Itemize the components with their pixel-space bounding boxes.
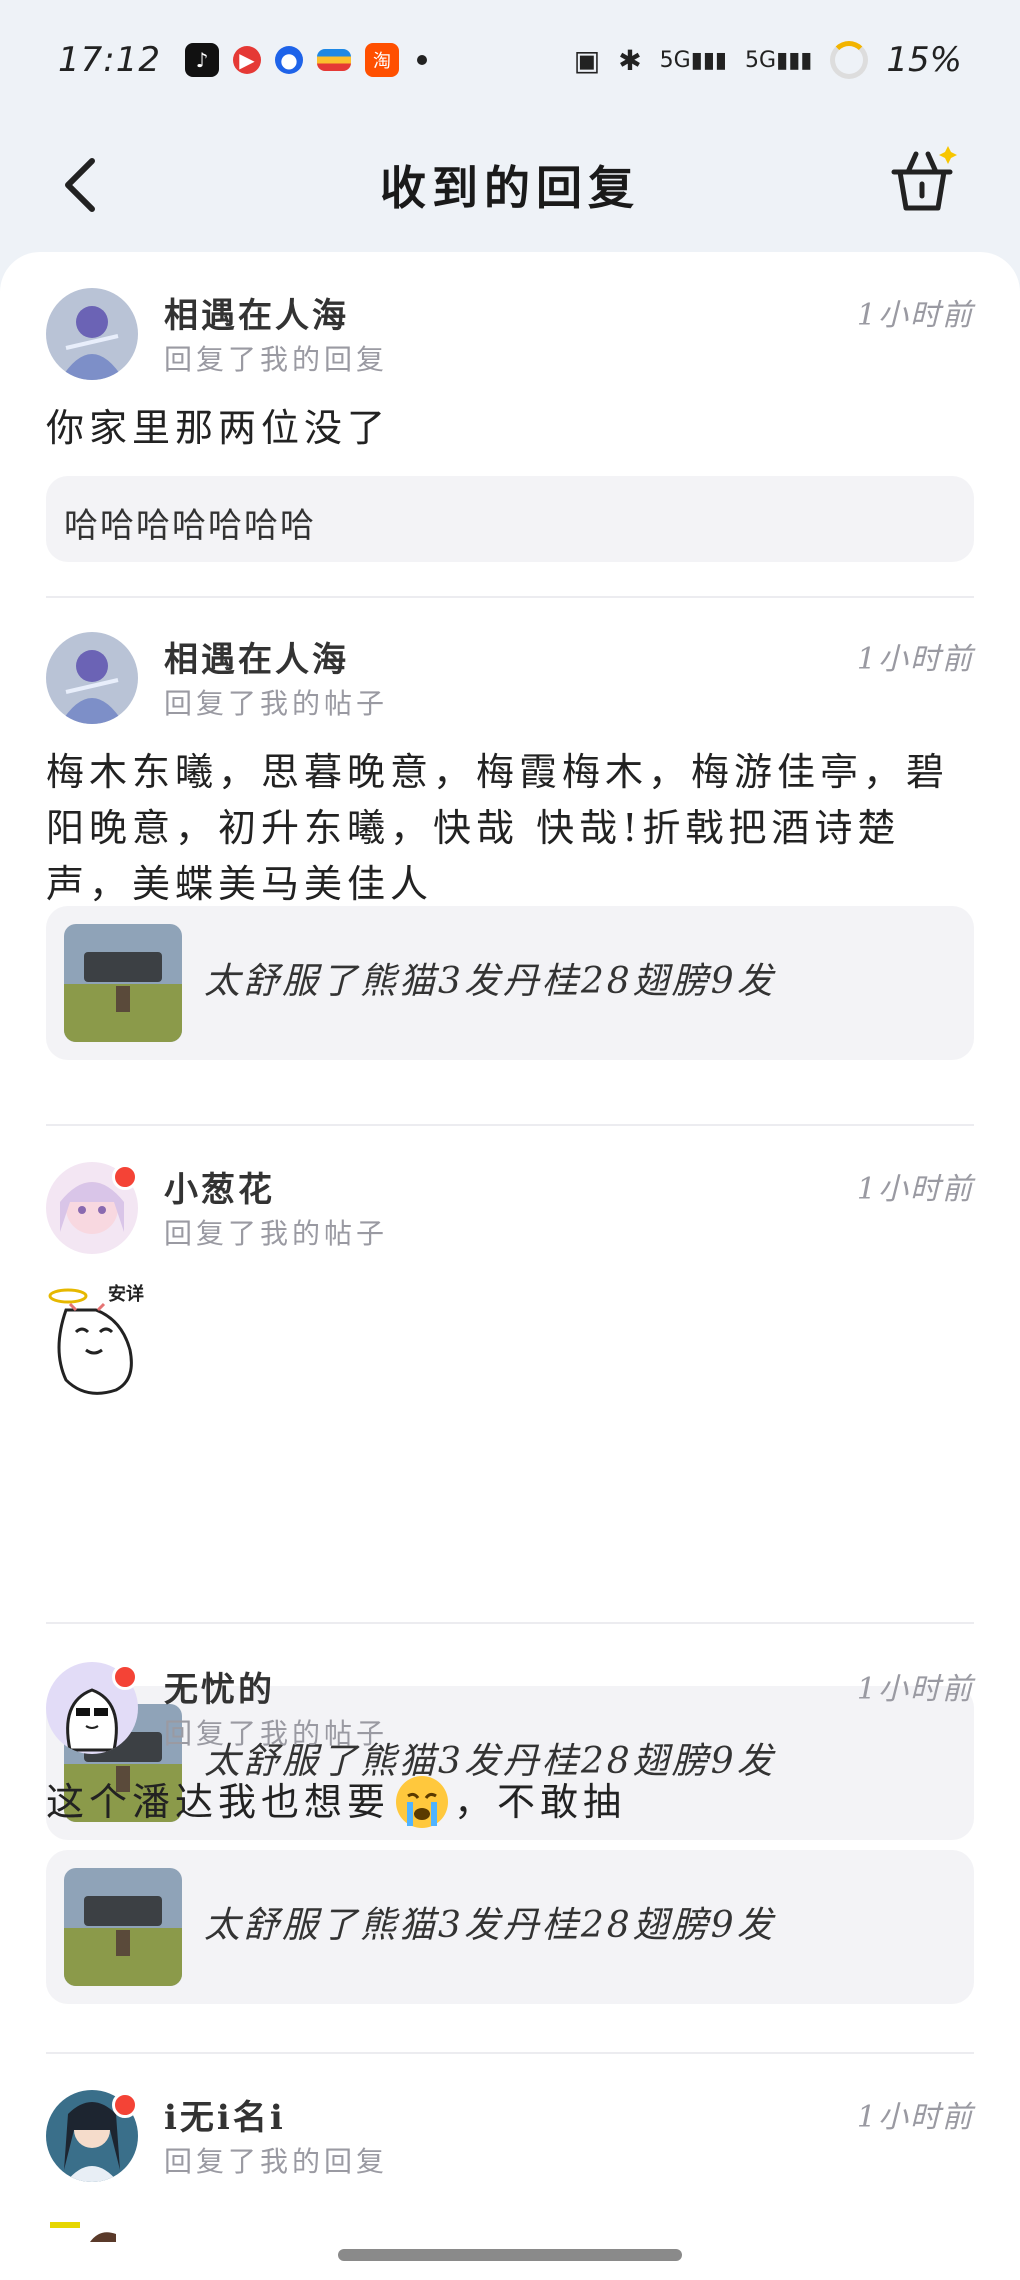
reply-item[interactable]: 相遇在人海 回复了我的回复 1小时前 你家里那两位没了 哈哈哈哈哈哈哈 [46, 288, 974, 568]
timestamp: 1小时前 [856, 642, 974, 677]
unread-badge [112, 2092, 138, 2118]
crying-emoji-icon [396, 1776, 449, 1828]
chevron-left-icon [65, 158, 95, 212]
notification-icons: ♪ ▶ ● 淘 [184, 43, 427, 77]
reply-content: 你家里那两位没了 [46, 406, 391, 450]
reply-content-text: 这个潘达我也想要 [46, 1780, 391, 1824]
username[interactable]: 小葱花 [164, 1162, 275, 1211]
page-title: 收到的回复 [380, 161, 640, 215]
quoted-post[interactable]: 太舒服了熊猫3发丹桂28翅膀9发 [46, 1850, 974, 2004]
reply-content: 这个潘达我也想要 ，不敢抽 [46, 1774, 976, 1830]
username[interactable]: 相遇在人海 [164, 288, 349, 337]
username[interactable]: 相遇在人海 [164, 632, 349, 681]
username[interactable]: i无i名i [164, 2090, 286, 2139]
timestamp: 1小时前 [856, 1172, 974, 1207]
quoted-reply[interactable]: 哈哈哈哈哈哈哈 [46, 476, 974, 562]
timestamp: 1小时前 [856, 2100, 974, 2135]
avatar[interactable] [46, 288, 138, 380]
status-time: 17:12 [58, 40, 161, 80]
reply-type: 回复了我的帖子 [164, 1217, 389, 1250]
sticker-image[interactable] [50, 2212, 120, 2242]
reply-type: 回复了我的回复 [164, 2145, 389, 2178]
divider [46, 596, 974, 598]
video-app-icon: ▶ [232, 46, 261, 74]
divider [46, 1124, 974, 1126]
wallet-app-icon [316, 49, 351, 71]
username[interactable]: 无忧的 [164, 1662, 275, 1711]
status-bar: 17:12 ♪ ▶ ● 淘 ▣ ✱ 5G▮▮▮ 5G▮▮▮ 15% [0, 0, 1020, 120]
basket-button[interactable] [882, 138, 962, 218]
basket-icon [891, 146, 957, 211]
unread-badge [112, 1164, 138, 1190]
reply-item[interactable]: 小葱花 回复了我的帖子 1小时前 安详 太舒服了熊猫3发丹桂28翅膀9发 [46, 1162, 974, 1840]
bluetooth-icon: ✱ [618, 43, 642, 77]
quoted-post[interactable]: 太舒服了熊猫3发丹桂28翅膀9发 [46, 906, 974, 1060]
sticker-caption: 安详 [108, 1284, 144, 1305]
signal-icon-2: 5G▮▮▮ [745, 47, 813, 73]
reply-type: 回复了我的帖子 [164, 1717, 389, 1750]
more-notifications-dot [416, 55, 427, 65]
reply-type: 回复了我的回复 [164, 343, 389, 376]
post-thumbnail [64, 924, 182, 1042]
reply-content-text-end: ，不敢抽 [454, 1780, 627, 1824]
browser-app-icon: ● [274, 46, 303, 74]
taobao-icon: 淘 [364, 43, 399, 77]
nfc-icon: ▣ [573, 43, 601, 77]
back-button[interactable] [60, 140, 110, 230]
reply-type: 回复了我的帖子 [164, 687, 389, 720]
post-title: 太舒服了熊猫3发丹桂28翅膀9发 [204, 961, 776, 1002]
reply-content: 梅木东曦，思暮晚意，梅霞梅木，梅游佳亭，碧阳晚意，初升东曦，快哉 快哉!折戟把酒… [46, 750, 950, 906]
avatar[interactable] [46, 632, 138, 724]
battery-level: 15% [886, 40, 962, 80]
sticker-image[interactable]: 安详 [46, 1280, 166, 1408]
system-icons: ▣ ✱ 5G▮▮▮ 5G▮▮▮ 15% [574, 40, 962, 80]
timestamp: 1小时前 [856, 298, 974, 333]
header: 收到的回复 [0, 120, 1020, 250]
divider [46, 1622, 974, 1624]
battery-icon [830, 41, 869, 79]
timestamp: 1小时前 [856, 1672, 974, 1707]
reply-item[interactable]: 无忧的 回复了我的帖子 1小时前 这个潘达我也想要 ，不敢抽 太舒服了熊猫3发丹… [46, 1662, 974, 2022]
signal-icon-1: 5G▮▮▮ [659, 47, 728, 73]
home-indicator[interactable] [338, 2249, 682, 2261]
replies-list[interactable]: 相遇在人海 回复了我的回复 1小时前 你家里那两位没了 哈哈哈哈哈哈哈 相遇在人… [0, 252, 1020, 2280]
reply-item[interactable]: 相遇在人海 回复了我的帖子 1小时前 梅木东曦，思暮晚意，梅霞梅木，梅游佳亭，碧… [46, 632, 974, 1060]
post-title: 太舒服了熊猫3发丹桂28翅膀9发 [204, 1905, 776, 1946]
unread-badge [112, 1664, 138, 1690]
quoted-text: 哈哈哈哈哈哈哈 [64, 506, 316, 546]
post-thumbnail [64, 1868, 182, 1986]
divider [46, 2052, 974, 2054]
tiktok-icon: ♪ [184, 43, 219, 77]
